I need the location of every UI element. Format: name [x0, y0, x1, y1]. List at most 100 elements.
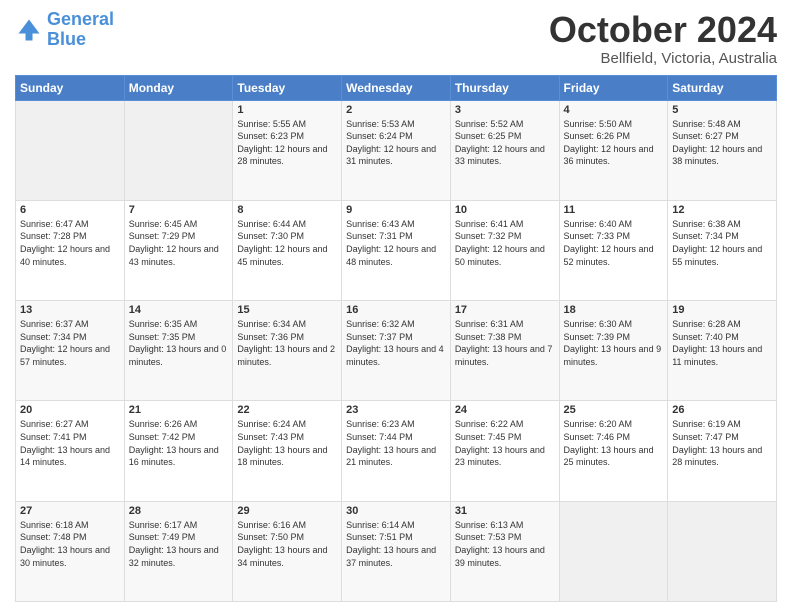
table-row: 26Sunrise: 6:19 AM Sunset: 7:47 PM Dayli… [668, 401, 777, 501]
table-row: 10 Sunrise: 6:41 AM Sunset: 7:32 PM Dayli… [450, 200, 559, 300]
day-info: Sunrise: 6:30 AM Sunset: 7:39 PM Dayligh… [564, 318, 664, 368]
table-row: 14Sunrise: 6:35 AM Sunset: 7:35 PM Dayli… [124, 301, 233, 401]
calendar-week-1: 6 Sunrise: 6:47 AM Sunset: 7:28 PM Daylig… [16, 200, 777, 300]
day-info: Sunrise: 6:31 AM Sunset: 7:38 PM Dayligh… [455, 318, 555, 368]
table-row: 23 Sunrise: 6:23 AM Sunset: 7:44 PM Dayli… [342, 401, 451, 501]
day-number: 2 [346, 104, 446, 116]
table-row [124, 100, 233, 200]
table-row: 30 Sunrise: 6:14 AM Sunset: 7:51 PM Dayli… [342, 501, 451, 601]
table-row: 22 Sunrise: 6:24 AM Sunset: 7:43 PM Dayli… [233, 401, 342, 501]
day-number: 26 [672, 404, 772, 416]
day-number: 1 [237, 104, 337, 116]
day-number: 15 [237, 304, 337, 316]
day-info: Sunrise: 5:53 AM Sunset: 6:24 PM Dayligh… [346, 118, 446, 168]
day-info: Sunrise: 6:43 AM Sunset: 7:31 PM Dayligh… [346, 218, 446, 268]
day-info: Sunrise: 6:37 AM Sunset: 7:34 PM Dayligh… [20, 318, 120, 368]
day-info: Sunrise: 6:17 AM Sunset: 7:49 PM Dayligh… [129, 519, 229, 569]
col-tuesday: Tuesday [233, 75, 342, 100]
calendar-week-0: 1 Sunrise: 5:55 AM Sunset: 6:23 PM Daylig… [16, 100, 777, 200]
table-row: 19 Sunrise: 6:28 AM Sunset: 7:40 PM Dayli… [668, 301, 777, 401]
day-info: Sunrise: 6:14 AM Sunset: 7:51 PM Dayligh… [346, 519, 446, 569]
title-block: October 2024 Bellfield, Victoria, Austra… [549, 10, 777, 67]
day-number: 21 [129, 404, 229, 416]
day-info: Sunrise: 5:48 AM Sunset: 6:27 PM Dayligh… [672, 118, 772, 168]
day-info: Sunrise: 6:44 AM Sunset: 7:30 PM Dayligh… [237, 218, 337, 268]
day-info: Sunrise: 6:45 AM Sunset: 7:29 PM Dayligh… [129, 218, 229, 268]
day-number: 7 [129, 204, 229, 216]
table-row: 7 Sunrise: 6:45 AM Sunset: 7:29 PM Daylig… [124, 200, 233, 300]
table-row: 28 Sunrise: 6:17 AM Sunset: 7:49 PM Dayli… [124, 501, 233, 601]
table-row: 2 Sunrise: 5:53 AM Sunset: 6:24 PM Daylig… [342, 100, 451, 200]
day-info: Sunrise: 6:24 AM Sunset: 7:43 PM Dayligh… [237, 418, 337, 468]
day-number: 6 [20, 204, 120, 216]
logo-icon [15, 16, 43, 44]
col-thursday: Thursday [450, 75, 559, 100]
table-row: 25Sunrise: 6:20 AM Sunset: 7:46 PM Dayli… [559, 401, 668, 501]
day-number: 4 [564, 104, 664, 116]
day-info: Sunrise: 6:40 AM Sunset: 7:33 PM Dayligh… [564, 218, 664, 268]
header: General Blue October 2024 Bellfield, Vic… [15, 10, 777, 67]
table-row: 24 Sunrise: 6:22 AM Sunset: 7:45 PM Dayli… [450, 401, 559, 501]
col-monday: Monday [124, 75, 233, 100]
table-row [668, 501, 777, 601]
table-row: 18 Sunrise: 6:30 AM Sunset: 7:39 PM Dayli… [559, 301, 668, 401]
table-row: 9 Sunrise: 6:43 AM Sunset: 7:31 PM Daylig… [342, 200, 451, 300]
day-number: 22 [237, 404, 337, 416]
day-number: 11 [564, 204, 664, 216]
day-info: Sunrise: 6:23 AM Sunset: 7:44 PM Dayligh… [346, 418, 446, 468]
subtitle: Bellfield, Victoria, Australia [549, 50, 777, 67]
day-info: Sunrise: 6:47 AM Sunset: 7:28 PM Dayligh… [20, 218, 120, 268]
table-row: 27Sunrise: 6:18 AM Sunset: 7:48 PM Dayli… [16, 501, 125, 601]
day-info: Sunrise: 6:18 AM Sunset: 7:48 PM Dayligh… [20, 519, 120, 569]
day-info: Sunrise: 6:34 AM Sunset: 7:36 PM Dayligh… [237, 318, 337, 368]
day-number: 10 [455, 204, 555, 216]
day-info: Sunrise: 5:55 AM Sunset: 6:23 PM Dayligh… [237, 118, 337, 168]
day-number: 13 [20, 304, 120, 316]
table-row: 13 Sunrise: 6:37 AM Sunset: 7:34 PM Dayli… [16, 301, 125, 401]
day-number: 12 [672, 204, 772, 216]
day-number: 18 [564, 304, 664, 316]
day-info: Sunrise: 6:41 AM Sunset: 7:32 PM Dayligh… [455, 218, 555, 268]
table-row: 31 Sunrise: 6:13 AM Sunset: 7:53 PM Dayli… [450, 501, 559, 601]
day-info: Sunrise: 6:22 AM Sunset: 7:45 PM Dayligh… [455, 418, 555, 468]
day-number: 19 [672, 304, 772, 316]
table-row: 8 Sunrise: 6:44 AM Sunset: 7:30 PM Daylig… [233, 200, 342, 300]
day-info: Sunrise: 6:35 AM Sunset: 7:35 PM Dayligh… [129, 318, 229, 368]
day-number: 16 [346, 304, 446, 316]
page: General Blue October 2024 Bellfield, Vic… [0, 0, 792, 612]
day-number: 23 [346, 404, 446, 416]
table-row: 15 Sunrise: 6:34 AM Sunset: 7:36 PM Dayli… [233, 301, 342, 401]
day-info: Sunrise: 6:28 AM Sunset: 7:40 PM Dayligh… [672, 318, 772, 368]
header-row: Sunday Monday Tuesday Wednesday Thursday… [16, 75, 777, 100]
day-number: 29 [237, 505, 337, 517]
day-number: 8 [237, 204, 337, 216]
calendar-week-4: 27Sunrise: 6:18 AM Sunset: 7:48 PM Dayli… [16, 501, 777, 601]
table-row: 4Sunrise: 5:50 AM Sunset: 6:26 PM Daylig… [559, 100, 668, 200]
table-row: 5 Sunrise: 5:48 AM Sunset: 6:27 PM Daylig… [668, 100, 777, 200]
day-info: Sunrise: 6:27 AM Sunset: 7:41 PM Dayligh… [20, 418, 120, 468]
table-row: 20 Sunrise: 6:27 AM Sunset: 7:41 PM Dayli… [16, 401, 125, 501]
day-number: 30 [346, 505, 446, 517]
day-number: 3 [455, 104, 555, 116]
day-number: 31 [455, 505, 555, 517]
col-wednesday: Wednesday [342, 75, 451, 100]
day-info: Sunrise: 6:32 AM Sunset: 7:37 PM Dayligh… [346, 318, 446, 368]
day-number: 24 [455, 404, 555, 416]
col-friday: Friday [559, 75, 668, 100]
logo-text: General Blue [47, 10, 114, 50]
table-row: 29 Sunrise: 6:16 AM Sunset: 7:50 PM Dayli… [233, 501, 342, 601]
calendar-week-3: 20 Sunrise: 6:27 AM Sunset: 7:41 PM Dayli… [16, 401, 777, 501]
day-info: Sunrise: 6:16 AM Sunset: 7:50 PM Dayligh… [237, 519, 337, 569]
day-number: 28 [129, 505, 229, 517]
table-row [559, 501, 668, 601]
day-info: Sunrise: 6:38 AM Sunset: 7:34 PM Dayligh… [672, 218, 772, 268]
day-number: 9 [346, 204, 446, 216]
day-number: 5 [672, 104, 772, 116]
day-info: Sunrise: 5:52 AM Sunset: 6:25 PM Dayligh… [455, 118, 555, 168]
day-number: 20 [20, 404, 120, 416]
day-info: Sunrise: 6:26 AM Sunset: 7:42 PM Dayligh… [129, 418, 229, 468]
table-row: 3 Sunrise: 5:52 AM Sunset: 6:25 PM Daylig… [450, 100, 559, 200]
table-row: 17Sunrise: 6:31 AM Sunset: 7:38 PM Dayli… [450, 301, 559, 401]
logo: General Blue [15, 10, 114, 50]
day-info: Sunrise: 6:13 AM Sunset: 7:53 PM Dayligh… [455, 519, 555, 569]
